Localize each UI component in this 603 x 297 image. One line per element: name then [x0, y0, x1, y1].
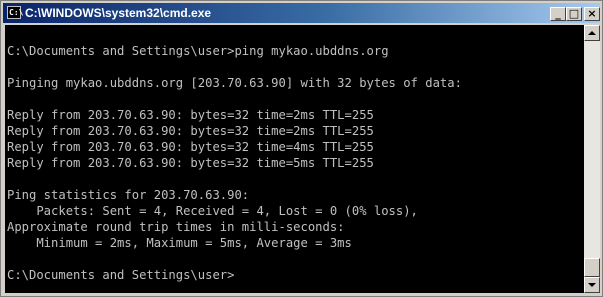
minimize-button[interactable]: _	[550, 7, 566, 21]
vertical-scrollbar[interactable]	[584, 25, 600, 293]
console-prompt: C:\Documents and Settings\user>	[7, 268, 235, 282]
console-line: Packets: Sent = 4, Received = 4, Lost = …	[7, 204, 418, 218]
cmd-app-icon[interactable]: C:\	[7, 6, 24, 19]
cmd-window: C:\ C:\WINDOWS\system32\cmd.exe _ □ × C:…	[0, 0, 603, 297]
console-line: Reply from 203.70.63.90: bytes=32 time=2…	[7, 108, 374, 122]
arrow-down-icon	[588, 283, 596, 287]
console-line: Approximate round trip times in milli-se…	[7, 220, 345, 234]
console-output[interactable]: C:\Documents and Settings\user>ping myka…	[5, 25, 584, 293]
console-line: Reply from 203.70.63.90: bytes=32 time=2…	[7, 124, 374, 138]
console-line: Reply from 203.70.63.90: bytes=32 time=5…	[7, 156, 374, 170]
window-title: C:\WINDOWS\system32\cmd.exe	[25, 6, 212, 20]
console-line: C:\Documents and Settings\user>ping myka…	[7, 44, 389, 58]
scroll-up-button[interactable]	[584, 25, 600, 41]
arrow-up-icon	[588, 31, 596, 35]
title-bar[interactable]: C:\ C:\WINDOWS\system32\cmd.exe _ □ ×	[3, 3, 600, 23]
console-text: C:\Documents and Settings\user>ping myka…	[5, 25, 584, 283]
console-line: Reply from 203.70.63.90: bytes=32 time=4…	[7, 140, 374, 154]
maximize-button[interactable]: □	[566, 7, 582, 21]
scrollbar-thumb[interactable]	[584, 258, 600, 277]
scroll-down-button[interactable]	[584, 277, 600, 293]
console-line: Ping statistics for 203.70.63.90:	[7, 188, 250, 202]
console-line: Pinging mykao.ubddns.org [203.70.63.90] …	[7, 76, 462, 90]
close-button[interactable]: ×	[584, 7, 600, 21]
cmd-app-icon-label: C:\	[9, 8, 24, 17]
console-line: Minimum = 2ms, Maximum = 5ms, Average = …	[7, 236, 352, 250]
